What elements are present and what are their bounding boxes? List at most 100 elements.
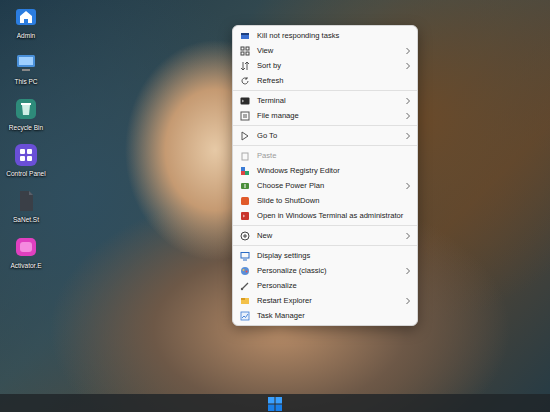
desktop-icon-label: Recycle Bin <box>9 121 43 136</box>
desktop-icon[interactable]: This PC <box>4 51 48 90</box>
menu-item-label: Choose Power Plan <box>257 180 401 191</box>
menu-item[interactable]: Go To <box>236 128 414 143</box>
menu-item-label: Sort by <box>257 60 401 71</box>
desktop-icon[interactable]: Activator.E <box>4 235 48 274</box>
menu-item-label: View <box>257 45 401 56</box>
terminal-icon <box>240 96 250 106</box>
desktop-icon[interactable]: Admin <box>4 5 48 44</box>
menu-item-label: Go To <box>257 130 401 141</box>
windows-logo-icon <box>268 397 282 411</box>
menu-item[interactable]: New <box>236 228 414 243</box>
menu-item[interactable]: Terminal <box>236 93 414 108</box>
terminal-admin-icon <box>240 211 250 221</box>
chevron-right-icon <box>405 62 411 70</box>
menu-item[interactable]: Windows Registry Editor <box>236 163 414 178</box>
menu-item[interactable]: View <box>236 43 414 58</box>
menu-item-label: Paste <box>257 150 401 161</box>
restart-explorer-icon <box>240 296 250 306</box>
brush-icon <box>240 281 250 291</box>
chevron-right-icon <box>405 182 411 190</box>
menu-item-label: Display settings <box>257 250 401 261</box>
menu-item[interactable]: Choose Power Plan <box>236 178 414 193</box>
menu-separator <box>233 245 417 246</box>
control-panel-icon <box>14 143 38 167</box>
menu-separator <box>233 90 417 91</box>
menu-item[interactable]: Refresh <box>236 73 414 88</box>
recycle-bin-icon <box>14 97 38 121</box>
personalize-classic-icon <box>240 266 250 276</box>
goto-icon <box>240 131 250 141</box>
menu-item[interactable]: Task Manager <box>236 308 414 323</box>
desktop: Admin This PC Recycle Bin Control Panel SaNe… <box>0 0 550 412</box>
power-plan-icon <box>240 181 250 191</box>
display-icon <box>240 251 250 261</box>
menu-item-label: Personalize (classic) <box>257 265 401 276</box>
menu-separator <box>233 225 417 226</box>
menu-separator <box>233 145 417 146</box>
desktop-icon-label: This PC <box>14 75 37 90</box>
file-icon <box>14 189 38 213</box>
menu-item[interactable]: Personalize (classic) <box>236 263 414 278</box>
computer-icon <box>14 51 38 75</box>
menu-item-label: Kill not responding tasks <box>257 30 401 41</box>
desktop-icon-label: Control Panel <box>6 167 45 182</box>
desktop-icon[interactable]: Recycle Bin <box>4 97 48 136</box>
menu-item[interactable]: Kill not responding tasks <box>236 28 414 43</box>
menu-item[interactable]: Slide to ShutDown <box>236 193 414 208</box>
taskbar <box>0 394 550 412</box>
menu-item-label: Open in Windows Terminal as administrato… <box>257 210 403 221</box>
menu-item-label: File manage <box>257 110 401 121</box>
menu-item[interactable]: Display settings <box>236 248 414 263</box>
new-icon <box>240 231 250 241</box>
paste-icon <box>240 151 250 161</box>
menu-item[interactable]: Restart Explorer <box>236 293 414 308</box>
menu-item-label: Terminal <box>257 95 401 106</box>
desktop-icons: Admin This PC Recycle Bin Control Panel SaNe… <box>4 0 48 394</box>
menu-item-label: Personalize <box>257 280 401 291</box>
view-icon <box>240 46 250 56</box>
chevron-right-icon <box>405 132 411 140</box>
menu-item: Paste <box>236 148 414 163</box>
start-button[interactable] <box>268 391 282 412</box>
activator-icon <box>14 235 38 259</box>
desktop-icon-label: Activator.E <box>10 259 41 274</box>
chevron-right-icon <box>405 47 411 55</box>
desktop-icon-label: SaNet.St <box>13 213 39 228</box>
refresh-icon <box>240 76 250 86</box>
registry-icon <box>240 166 250 176</box>
chevron-right-icon <box>405 112 411 120</box>
menu-item-label: New <box>257 230 401 241</box>
menu-item-label: Restart Explorer <box>257 295 401 306</box>
task-manager-icon <box>240 311 250 321</box>
kill-icon <box>240 31 250 41</box>
menu-item-label: Windows Registry Editor <box>257 165 401 176</box>
menu-item[interactable]: Sort by <box>236 58 414 73</box>
sort-icon <box>240 61 250 71</box>
menu-item-label: Task Manager <box>257 310 401 321</box>
context-menu: Kill not responding tasks View Sort by Refr… <box>232 25 418 326</box>
desktop-icon[interactable]: Control Panel <box>4 143 48 182</box>
shutdown-icon <box>240 196 250 206</box>
menu-item-label: Slide to ShutDown <box>257 195 401 206</box>
chevron-right-icon <box>405 267 411 275</box>
desktop-icon-label: Admin <box>17 29 35 44</box>
chevron-right-icon <box>405 97 411 105</box>
menu-item-label: Refresh <box>257 75 401 86</box>
menu-item[interactable]: Open in Windows Terminal as administrato… <box>236 208 414 223</box>
admin-icon <box>14 5 38 29</box>
menu-item[interactable]: Personalize <box>236 278 414 293</box>
chevron-right-icon <box>405 297 411 305</box>
desktop-icon[interactable]: SaNet.St <box>4 189 48 228</box>
chevron-right-icon <box>405 232 411 240</box>
menu-separator <box>233 125 417 126</box>
menu-item[interactable]: File manage <box>236 108 414 123</box>
